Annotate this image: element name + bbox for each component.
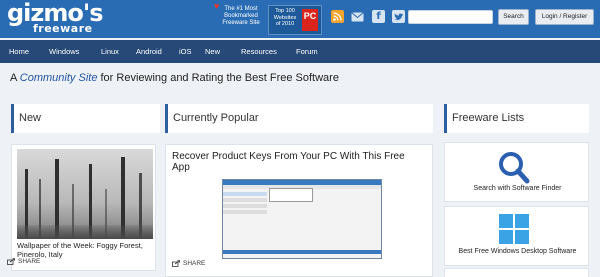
tagline-suffix: for Reviewing and Rating the Best Free S… xyxy=(100,72,339,84)
share-button[interactable]: SHARE xyxy=(172,260,205,267)
nav-item-linux[interactable]: Linux xyxy=(101,40,119,63)
award-text: The #1 Most Bookmarked Freeware Site xyxy=(222,6,260,26)
section-heading-new: New xyxy=(11,104,160,133)
search-button[interactable]: Search xyxy=(498,9,529,25)
tagline-prefix: A xyxy=(10,72,17,84)
freeware-list-card[interactable] xyxy=(444,268,589,277)
facebook-icon[interactable]: f xyxy=(372,10,385,23)
magnifier-icon xyxy=(499,152,530,184)
share-button[interactable]: SHARE xyxy=(7,258,40,265)
nav-item-windows[interactable]: Windows xyxy=(49,40,79,63)
mail-icon[interactable] xyxy=(351,10,364,23)
site-tagline: A Community Site for Reviewing and Ratin… xyxy=(10,72,339,84)
popular-article-card[interactable]: Recover Product Keys From Your PC With T… xyxy=(165,144,433,277)
logo-text: gizmo's xyxy=(7,0,104,27)
freeware-list-windows-desktop[interactable]: Best Free Windows Desktop Software xyxy=(444,206,589,266)
twitter-icon[interactable] xyxy=(392,10,405,23)
heart-icon: ♥ xyxy=(214,1,220,11)
logo-subtext: freeware xyxy=(33,22,93,35)
freeware-list-label: Best Free Windows Desktop Software xyxy=(458,248,577,255)
section-heading-popular: Currently Popular xyxy=(165,104,433,133)
nav-item-resources[interactable]: Resources xyxy=(241,40,277,63)
site-logo[interactable]: gizmo's freeware xyxy=(7,0,104,36)
share-icon xyxy=(7,258,15,265)
search-input[interactable] xyxy=(408,10,493,24)
share-label: SHARE xyxy=(18,258,41,265)
freeware-list-software-finder[interactable]: Search with Software Finder xyxy=(444,142,589,202)
share-label: SHARE xyxy=(183,260,206,267)
section-heading-freeware-lists: Freeware Lists xyxy=(444,104,589,133)
site-header: gizmo's freeware ♥ The #1 Most Bookmarke… xyxy=(0,0,600,38)
new-article-card[interactable]: Wallpaper of the Week: Foggy Forest, Pin… xyxy=(11,144,156,271)
app-screenshot-image[interactable] xyxy=(222,179,382,259)
award-text: Top 100 Websites of 2010 xyxy=(273,8,297,27)
nav-item-home[interactable]: Home xyxy=(9,40,29,63)
freeware-list-label: Search with Software Finder xyxy=(473,185,562,192)
nav-item-ios[interactable]: iOS xyxy=(179,40,192,63)
pc-magazine-logo: PC xyxy=(302,9,318,31)
rss-icon[interactable] xyxy=(331,10,344,23)
award-badge-bookmarked[interactable]: ♥ The #1 Most Bookmarked Freeware Site xyxy=(214,2,264,34)
nav-item-forum[interactable]: Forum xyxy=(296,40,318,63)
share-icon xyxy=(172,260,180,267)
nav-item-android[interactable]: Android xyxy=(136,40,162,63)
popular-article-title[interactable]: Recover Product Keys From Your PC With T… xyxy=(172,151,424,173)
main-nav: Home Windows Linux Android iOS New Resou… xyxy=(0,40,600,63)
award-badge-top100[interactable]: Top 100 Websites of 2010 PC xyxy=(268,5,322,35)
new-article-title[interactable]: Wallpaper of the Week: Foggy Forest, Pin… xyxy=(17,241,153,259)
login-register-button[interactable]: Login / Register xyxy=(535,9,594,25)
nav-item-new[interactable]: New xyxy=(205,40,220,63)
windows-logo-icon xyxy=(499,214,529,244)
community-site-link[interactable]: Community Site xyxy=(20,72,98,84)
foggy-forest-image[interactable] xyxy=(17,149,153,239)
